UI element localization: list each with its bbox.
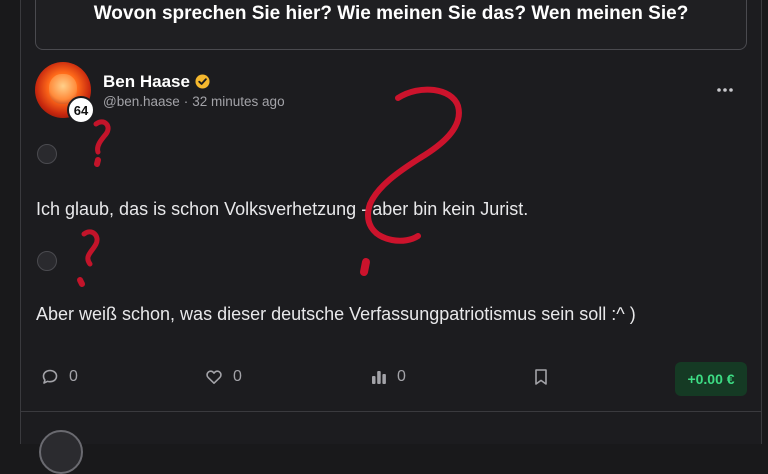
post-divider (21, 411, 761, 412)
views-button[interactable]: 0 (371, 368, 406, 386)
quoted-post-card[interactable]: Wovon sprechen Sie hier? Wie meinen Sie … (35, 0, 747, 50)
bar-chart-icon (372, 371, 386, 384)
bookmark-icon (535, 369, 547, 385)
heart-icon (206, 370, 222, 384)
author-handle[interactable]: @ben.haase (103, 94, 180, 109)
like-count: 0 (233, 368, 242, 385)
author-handle-line: @ben.haase · 32 minutes ago (103, 94, 285, 109)
bookmark-button[interactable] (533, 368, 559, 386)
quoted-post-text: Wovon sprechen Sie hier? Wie meinen Sie … (93, 3, 689, 24)
verified-badge-icon (195, 74, 210, 89)
comment-button[interactable]: 0 (41, 368, 78, 386)
author-name[interactable]: Ben Haase (103, 72, 190, 92)
separator: · (183, 94, 189, 109)
comment-count: 0 (69, 368, 78, 385)
tip-button[interactable]: +0.00 € (675, 362, 747, 396)
like-button[interactable]: 0 (205, 368, 242, 386)
comment-icon (42, 369, 58, 384)
post-paragraph-2: Aber weiß schon, was dieser deutsche Ver… (36, 304, 636, 324)
radio-option-1[interactable] (37, 144, 57, 164)
views-count: 0 (397, 368, 406, 385)
feed-column: Wovon sprechen Sie hier? Wie meinen Sie … (20, 0, 762, 474)
post-time: 32 minutes ago (192, 94, 285, 109)
more-options-icon[interactable] (713, 82, 737, 98)
radio-option-2[interactable] (37, 251, 57, 271)
post-paragraph-1: Ich glaub, das is schon Volksverhetzung … (36, 199, 529, 219)
level-badge: 64 (67, 96, 95, 124)
next-post-avatar[interactable] (39, 430, 83, 474)
